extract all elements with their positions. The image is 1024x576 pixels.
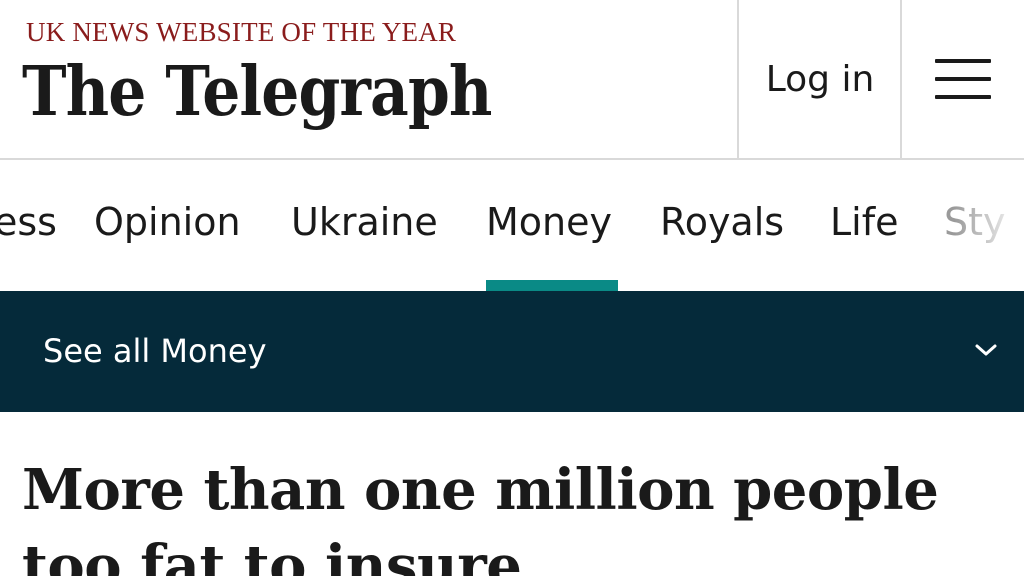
menu-button[interactable] [902, 0, 1024, 158]
site-header: UK NEWS WEBSITE OF THE YEAR The Telegrap… [0, 0, 1024, 160]
chevron-down-icon [975, 344, 997, 356]
nav-item-life[interactable]: Life [830, 160, 899, 291]
header-divider [737, 0, 739, 158]
nav-item-style[interactable]: Sty [944, 160, 1006, 291]
article-headline[interactable]: More than one million people too fat to … [22, 452, 1012, 576]
nav-item-opinion[interactable]: Opinion [94, 160, 241, 291]
nav-item-business[interactable]: ess [0, 160, 57, 291]
nav-item-money[interactable]: Money [486, 160, 612, 291]
nav-item-ukraine[interactable]: Ukraine [291, 160, 438, 291]
telegraph-logo[interactable]: The Telegraph [22, 52, 492, 132]
see-all-money-bar[interactable]: See all Money [0, 291, 1024, 412]
section-nav: ess Opinion Ukraine Money Royals Life St… [0, 160, 1024, 291]
nav-item-royals[interactable]: Royals [660, 160, 784, 291]
header-tagline: UK NEWS WEBSITE OF THE YEAR [26, 17, 457, 47]
active-tab-indicator [486, 280, 618, 291]
page: UK NEWS WEBSITE OF THE YEAR The Telegrap… [0, 0, 1024, 576]
login-button[interactable]: Log in [740, 0, 900, 158]
see-all-money-label: See all Money [43, 332, 267, 370]
hamburger-menu-icon [935, 59, 991, 99]
